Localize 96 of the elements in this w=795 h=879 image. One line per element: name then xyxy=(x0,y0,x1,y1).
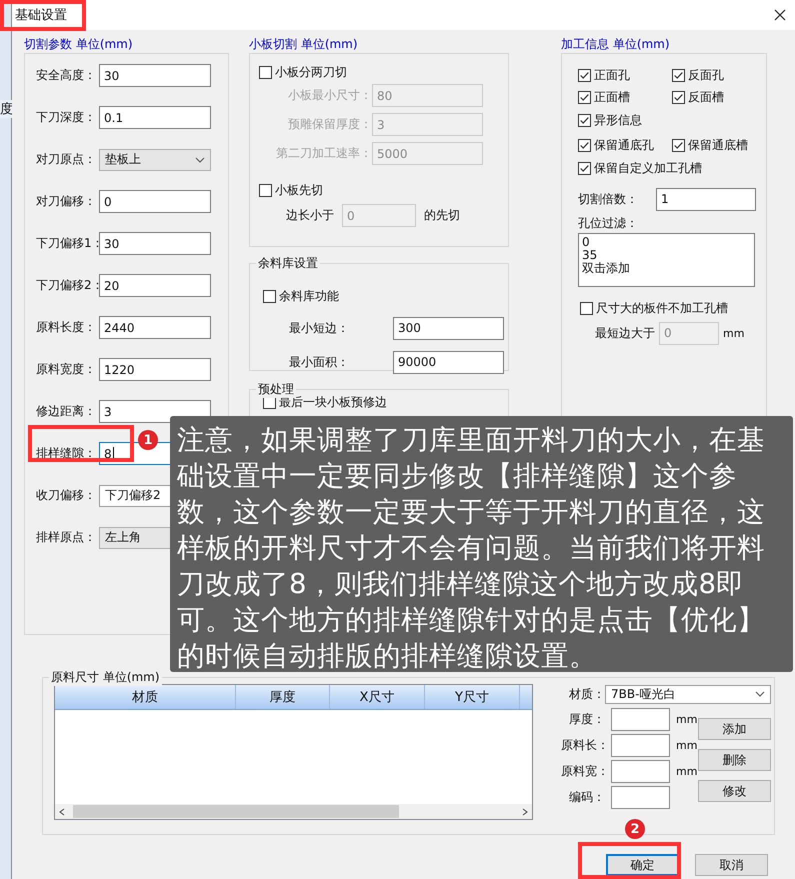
action-button[interactable]: 修改 xyxy=(698,780,771,802)
field-label: 厚度： xyxy=(568,711,605,728)
checkbox[interactable] xyxy=(578,91,591,104)
field-label: 对刀偏移： xyxy=(36,193,97,210)
field-label: 材质： xyxy=(568,686,605,702)
column-header[interactable]: Y尺寸 xyxy=(425,685,520,709)
input-field[interactable]: 30 xyxy=(99,232,211,255)
unit-label: mm xyxy=(676,713,698,726)
close-icon[interactable] xyxy=(774,9,786,21)
checkbox[interactable] xyxy=(578,139,591,152)
group-title: 余料库设置 xyxy=(256,255,320,272)
chevron-down-icon xyxy=(755,691,765,697)
field-label: 边长小于 xyxy=(286,207,334,224)
checkbox[interactable] xyxy=(263,290,276,303)
input-field[interactable]: 30 xyxy=(99,64,211,87)
scroll-left-icon[interactable] xyxy=(59,808,65,816)
input-field[interactable]: 90000 xyxy=(393,350,504,374)
group-title: 切割参数 单位(mm) xyxy=(24,36,134,53)
field-label: 排样缝隙： xyxy=(36,445,97,462)
checkbox[interactable] xyxy=(580,302,593,314)
checkbox[interactable] xyxy=(578,68,591,82)
field-label: 原料长： xyxy=(561,737,605,754)
checkbox-label[interactable]: 保留通底槽 xyxy=(688,137,748,154)
input-field[interactable] xyxy=(611,734,670,757)
checkbox[interactable] xyxy=(578,162,591,175)
chevron-down-icon xyxy=(195,156,205,162)
scrollbar-thumb[interactable] xyxy=(73,805,399,818)
input-field[interactable]: 2440 xyxy=(99,316,211,339)
list-item[interactable]: 0 xyxy=(582,236,590,248)
field-label: 原料宽度： xyxy=(36,361,97,378)
scroll-right-icon[interactable] xyxy=(522,808,528,816)
input-field[interactable]: 300 xyxy=(393,316,504,340)
field-label: 原料长度： xyxy=(36,319,97,336)
column-header[interactable]: X尺寸 xyxy=(330,685,425,709)
input-field[interactable]: 1220 xyxy=(99,358,211,381)
column-header[interactable]: 厚度 xyxy=(236,685,330,709)
field-label: 最小面积： xyxy=(289,354,350,370)
dropdown[interactable]: 7BB-哑光白 xyxy=(605,684,771,704)
field-label: 排样原点： xyxy=(36,529,97,546)
checkbox-label[interactable]: 反面槽 xyxy=(688,89,724,106)
group-title: 预处理 xyxy=(256,381,296,398)
input-field[interactable]: 20 xyxy=(99,274,211,297)
checkbox[interactable] xyxy=(672,91,685,104)
input-field[interactable] xyxy=(611,708,670,731)
checkbox-label[interactable]: 小板先切 xyxy=(275,182,323,199)
checkbox-label[interactable]: 保留自定义加工孔槽 xyxy=(594,160,702,177)
checkbox[interactable] xyxy=(578,114,591,127)
checkbox[interactable] xyxy=(259,66,272,79)
input-field[interactable]: 0.1 xyxy=(99,106,211,129)
field-label: 原料宽： xyxy=(561,763,605,780)
field-label: 安全高度： xyxy=(36,67,97,84)
window-title: 基础设置 xyxy=(15,7,67,24)
checkbox-label[interactable]: 正面孔 xyxy=(594,66,630,84)
checkbox[interactable] xyxy=(672,68,685,82)
checkbox-label[interactable]: 异形信息 xyxy=(594,112,642,129)
dropdown[interactable]: 垫板上 xyxy=(99,148,211,170)
field-label: 下刀偏移2： xyxy=(36,277,99,294)
unit-label: mm xyxy=(676,765,698,778)
unit-label: mm xyxy=(676,739,698,752)
checkbox-label[interactable]: 反面孔 xyxy=(688,66,724,84)
checkbox[interactable] xyxy=(259,184,272,197)
dialog-button[interactable]: 确定 xyxy=(606,854,679,876)
group-title: 原料尺寸 单位(mm) xyxy=(49,669,162,686)
field-label: 第二刀加工速率： xyxy=(275,145,372,162)
input-field[interactable] xyxy=(611,786,670,809)
group-title: 加工信息 单位(mm) xyxy=(561,36,671,53)
list-item[interactable]: 双击添加 xyxy=(582,262,630,274)
action-button[interactable]: 添加 xyxy=(698,718,771,740)
unit-label: mm xyxy=(723,326,744,340)
field-label: 孔位过滤： xyxy=(578,214,639,232)
field-label: 收刀偏移： xyxy=(36,487,97,504)
checkbox[interactable] xyxy=(672,139,685,152)
column-header[interactable]: 材质 xyxy=(55,685,236,709)
field-label: 下刀偏移1： xyxy=(36,235,99,252)
list-item[interactable]: 35 xyxy=(582,248,598,262)
action-button[interactable]: 删除 xyxy=(698,749,771,771)
field-label: 的先切 xyxy=(424,207,460,224)
dialog-button[interactable]: 取消 xyxy=(695,854,768,876)
input-field[interactable]: 1 xyxy=(656,188,756,210)
input-field[interactable]: 0 xyxy=(99,190,211,213)
checkbox-label[interactable]: 保留通底孔 xyxy=(594,137,654,154)
field-label: 编码： xyxy=(568,789,605,806)
field-label: 预雕保留厚度： xyxy=(287,116,372,133)
checkbox-label[interactable]: 小板分两刀切 xyxy=(275,64,347,81)
field-label: 最短边大于 xyxy=(595,324,655,342)
field-label: 最小短边： xyxy=(289,320,350,336)
field-label: 小板最小尺寸： xyxy=(287,87,372,104)
checkbox-label[interactable]: 正面槽 xyxy=(594,89,630,106)
group-title: 小板切割 单位(mm) xyxy=(249,36,359,53)
field-label: 切割倍数： xyxy=(578,190,639,208)
field-label: 修边距离： xyxy=(36,403,97,420)
field-label: 下刀深度： xyxy=(36,109,97,126)
checkbox-label[interactable]: 尺寸大的板件不加工孔槽 xyxy=(596,300,728,316)
input-field[interactable] xyxy=(611,760,670,783)
checkbox-label[interactable]: 余料库功能 xyxy=(279,288,339,305)
field-label: 对刀原点： xyxy=(36,151,97,168)
